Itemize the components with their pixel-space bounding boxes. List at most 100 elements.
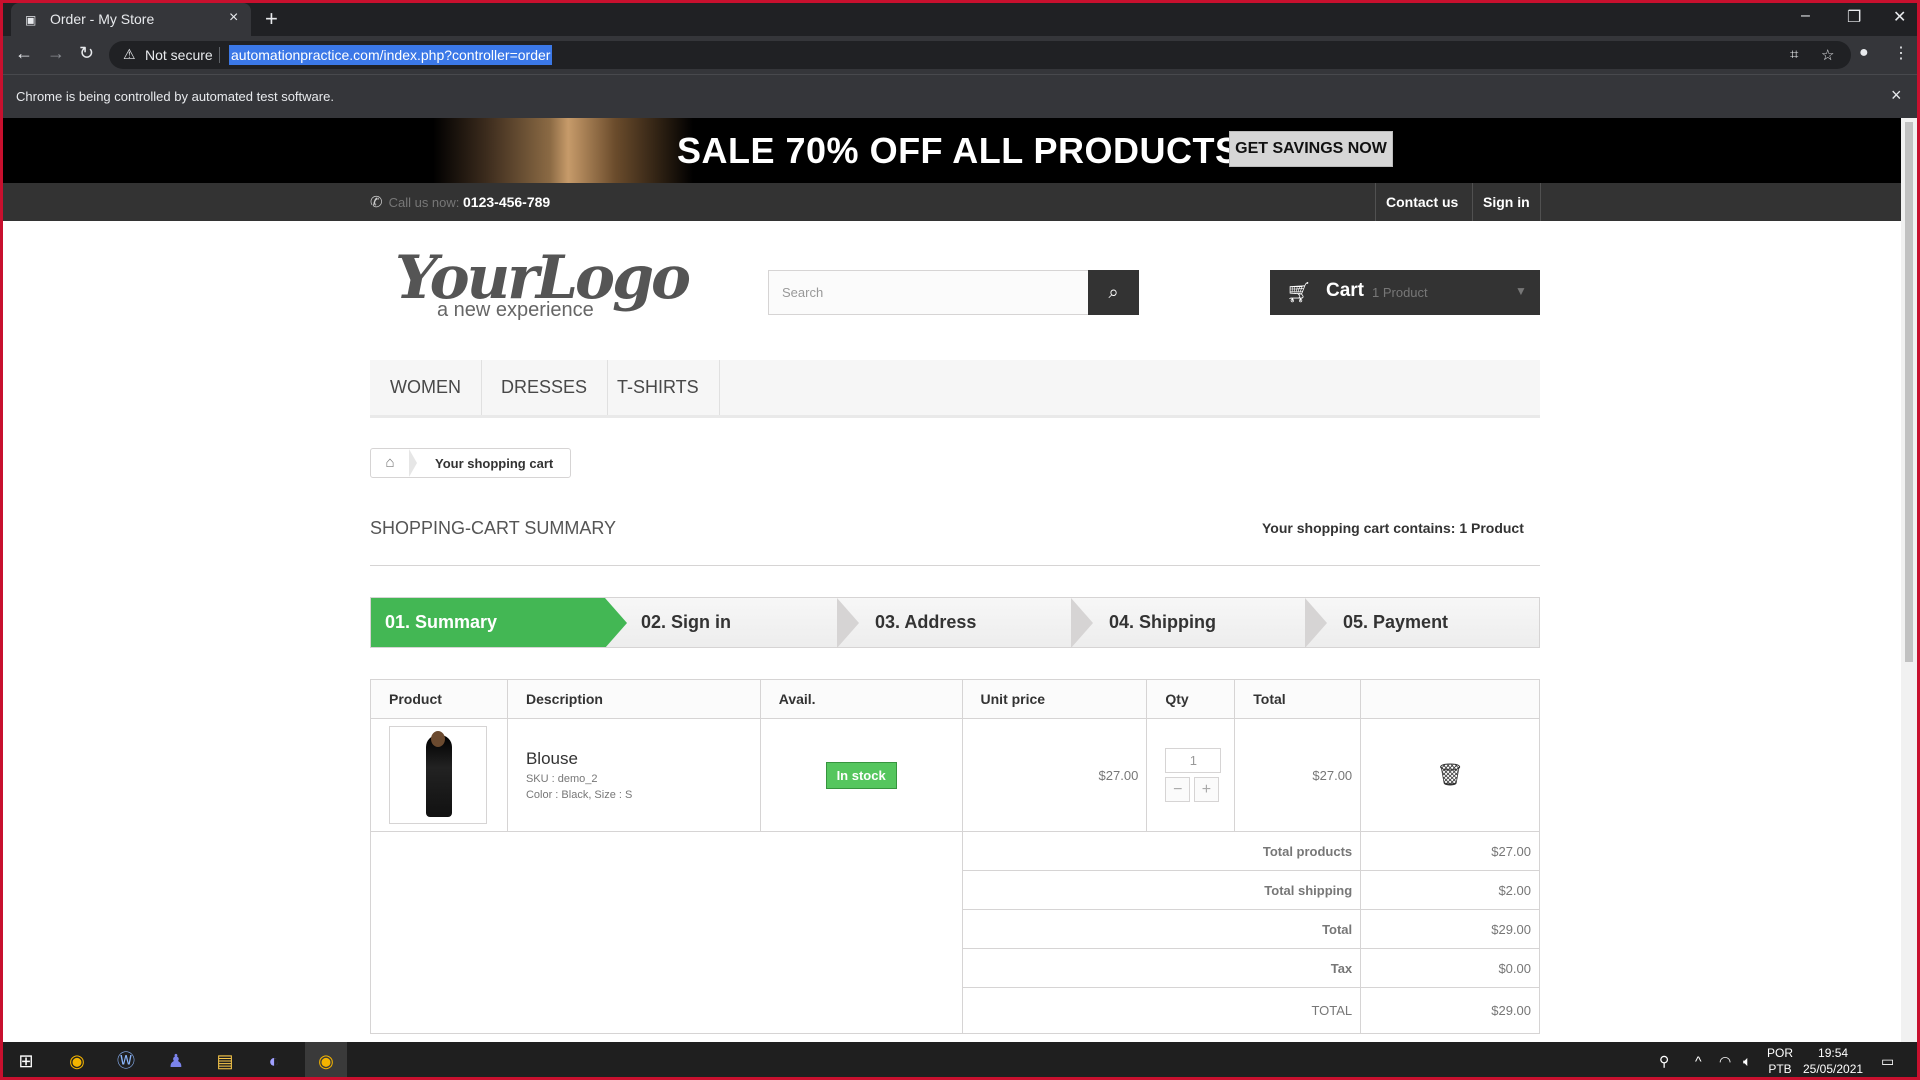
tax-label: Tax	[961, 948, 1362, 988]
minimize-icon[interactable]: –	[1801, 7, 1810, 25]
col-header-avail: Avail.	[759, 679, 963, 719]
main-menu: WOMEN DRESSES T-SHIRTS	[370, 360, 1540, 418]
banner-model-image	[433, 118, 693, 183]
step-address[interactable]: 03. Address	[875, 598, 1065, 647]
quantity-input[interactable]: 1	[1165, 748, 1222, 773]
automation-infobar: Chrome is being controlled by automated …	[3, 74, 1917, 118]
col-header-description: Description	[506, 679, 761, 719]
browser-tab[interactable]: ▣ Order - My Store ×	[11, 3, 251, 36]
product-thumbnail[interactable]	[389, 726, 487, 824]
line-total: $27.00	[1234, 718, 1362, 832]
system-clock[interactable]: 19:54 25/05/2021	[1803, 1045, 1863, 1077]
sign-in-link[interactable]: Sign in	[1472, 183, 1541, 221]
table-row: Blouse SKU : demo_2 Color : Black, Size …	[370, 718, 1540, 832]
col-header-unit-price: Unit price	[961, 679, 1148, 719]
close-infobar-icon[interactable]: ×	[1891, 85, 1902, 106]
network-icon[interactable]: ◠	[1719, 1053, 1731, 1070]
contact-us-link[interactable]: Contact us	[1375, 183, 1468, 221]
plus-icon[interactable]: +	[1193, 777, 1219, 802]
page-viewport: SALE 70% OFF ALL PRODUCTS GET SAVINGS NO…	[3, 118, 1917, 1042]
teams-icon[interactable]: ♟	[163, 1049, 189, 1073]
total-products-value: $27.00	[1360, 831, 1540, 871]
chevron-up-icon[interactable]: ^	[1695, 1053, 1702, 1069]
clock-time: 19:54	[1818, 1046, 1849, 1060]
tax-value: $0.00	[1360, 948, 1540, 988]
col-header-total: Total	[1234, 679, 1362, 719]
back-icon[interactable]: ←	[15, 43, 33, 64]
cart-contains-summary: Your shopping cart contains: 1 Product	[1262, 520, 1524, 536]
step-shipping[interactable]: 04. Shipping	[1109, 598, 1299, 647]
url-text[interactable]: automationpractice.com/index.php?control…	[229, 45, 553, 65]
search-input[interactable]: Search	[768, 270, 1089, 315]
search-button[interactable]: ⌕	[1088, 270, 1139, 315]
close-window-icon[interactable]: ✕	[1893, 7, 1906, 27]
clock-date: 25/05/2021	[1803, 1062, 1864, 1076]
store-logo[interactable]: YourLogo a new experience	[395, 243, 691, 333]
windows-taskbar: ⊞ ◉ Ⓦ ♟ ▤ ◐ ◉ ⚲ ^ ◠ 🔈︎ POR PTB 19:54 25/…	[3, 1042, 1917, 1077]
sale-banner[interactable]: SALE 70% OFF ALL PRODUCTS GET SAVINGS NO…	[3, 118, 1901, 183]
security-label[interactable]: Not secure	[145, 47, 213, 63]
grand-total-label: TOTAL	[961, 987, 1362, 1034]
volume-icon[interactable]: 🔈︎	[1743, 1053, 1751, 1070]
tab-strip: ▣ Order - My Store × + – ❐ ✕	[3, 3, 1917, 36]
total-label: Total	[961, 909, 1362, 949]
profile-icon[interactable]: ●	[1859, 44, 1869, 62]
trash-icon[interactable]: 🗑︎	[1436, 762, 1464, 787]
product-image-cell	[370, 718, 508, 832]
phone-icon: ✆	[370, 194, 383, 211]
chevron-down-icon: ▼	[1515, 284, 1527, 298]
grand-total-value: $29.00	[1360, 987, 1540, 1034]
eclipse-icon[interactable]: ◐	[261, 1049, 287, 1073]
cart-contains-value: 1 Product	[1459, 520, 1524, 536]
address-bar[interactable]: ⚠ Not secure automationpractice.com/inde…	[109, 41, 1851, 69]
windows-start-icon[interactable]: ⊞	[13, 1049, 39, 1073]
phone-info: ✆ Call us now: 0123-456-789	[370, 193, 550, 211]
product-attributes[interactable]: Color : Black, Size : S	[526, 789, 760, 801]
chrome-icon[interactable]: ◉	[64, 1049, 90, 1073]
menu-item-tshirts[interactable]: T-SHIRTS	[597, 360, 720, 415]
scrollbar-thumb[interactable]	[1905, 122, 1913, 662]
banner-headline: SALE 70% OFF ALL PRODUCTS	[677, 130, 1240, 171]
menu-item-dresses[interactable]: DRESSES	[481, 360, 609, 415]
step-payment[interactable]: 05. Payment	[1343, 598, 1533, 647]
step-sign-in[interactable]: 02. Sign in	[641, 598, 831, 647]
total-shipping-label: Total shipping	[961, 870, 1362, 910]
step-summary[interactable]: 01. Summary	[371, 598, 605, 647]
summary-empty-area	[370, 831, 963, 1034]
language-indicator[interactable]: POR PTB	[1767, 1045, 1793, 1077]
cart-icon: 🛒︎	[1286, 282, 1312, 304]
new-tab-button[interactable]: +	[265, 6, 278, 32]
product-name-link[interactable]: Blouse	[526, 749, 760, 769]
table-header-row: Product Description Avail. Unit price Qt…	[370, 679, 1540, 719]
minus-icon[interactable]: −	[1165, 777, 1191, 802]
people-icon[interactable]: ⚲	[1659, 1053, 1669, 1070]
get-savings-button[interactable]: GET SAVINGS NOW	[1229, 131, 1393, 167]
cart-button[interactable]: 🛒︎ Cart 1 Product ▼	[1270, 270, 1540, 315]
translate-icon[interactable]: ⌗	[1790, 46, 1798, 63]
forward-icon[interactable]: →	[47, 43, 65, 64]
word-icon[interactable]: Ⓦ	[113, 1049, 139, 1073]
search-icon: ⌕	[1108, 282, 1119, 302]
menu-item-women[interactable]: WOMEN	[370, 360, 482, 415]
step-arrow	[837, 598, 859, 647]
page-scrollbar[interactable]	[1901, 118, 1917, 1042]
col-header-delete	[1360, 679, 1540, 719]
status-badge: In stock	[825, 761, 897, 789]
bookmark-star-icon[interactable]: ☆	[1821, 46, 1834, 64]
notifications-icon[interactable]: ▭	[1881, 1053, 1894, 1070]
product-description-cell: Blouse SKU : demo_2 Color : Black, Size …	[506, 718, 761, 832]
restore-icon[interactable]: ❐	[1847, 7, 1861, 27]
page-title: SHOPPING-CART SUMMARY	[370, 518, 617, 538]
warning-icon: ⚠	[123, 46, 136, 62]
home-icon[interactable]: ⌂	[371, 449, 409, 477]
total-products-label: Total products	[961, 831, 1362, 871]
reload-icon[interactable]: ↻	[79, 43, 94, 64]
chrome-active-icon[interactable]: ◉	[313, 1049, 339, 1073]
cart-contains-label: Your shopping cart contains:	[1262, 520, 1456, 536]
file-explorer-icon[interactable]: ▤	[212, 1049, 238, 1073]
infobar-message: Chrome is being controlled by automated …	[16, 89, 334, 104]
quantity-stepper: − +	[1165, 777, 1234, 802]
menu-kebab-icon[interactable]: ⋮	[1893, 43, 1909, 63]
close-tab-icon[interactable]: ×	[229, 9, 238, 27]
col-header-qty: Qty	[1146, 679, 1236, 719]
